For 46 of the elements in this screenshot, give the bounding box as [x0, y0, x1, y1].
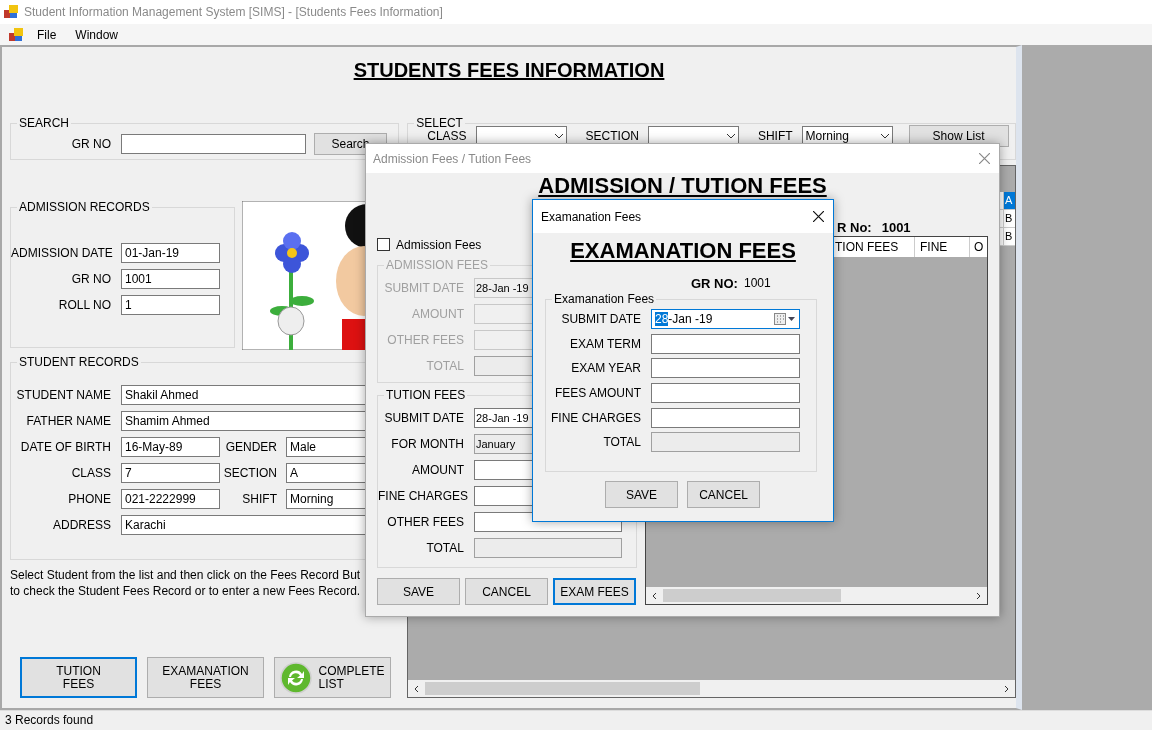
field-label: EXAM TERM: [568, 336, 641, 351]
field-label: EXAM YEAR: [570, 361, 641, 376]
field-label: DATE OF BIRTH: [19, 440, 111, 454]
dialog-heading: ADMISSION / TUTION FEES: [538, 174, 827, 198]
field-label: FATHER NAME: [25, 414, 111, 428]
field-label: GR NO: [70, 137, 111, 151]
field-label: FINE CHARGES: [550, 410, 641, 425]
gr-label: GR NO:: [691, 275, 738, 291]
field-label: GR NO: [70, 272, 111, 286]
field-label: GENDER: [224, 440, 277, 454]
field-label: SECTION: [222, 466, 277, 480]
gr-value: 1001: [881, 219, 911, 235]
field-label: FEES AMOUNT: [554, 386, 641, 401]
checkbox-label: Admission Fees: [396, 237, 482, 252]
field-label: SUBMIT DATE: [383, 281, 464, 295]
field-label: STUDENT NAME: [15, 388, 111, 402]
group-label: SEARCH: [18, 117, 70, 130]
group-label: ADMISSION RECORDS: [18, 201, 151, 214]
window-title: Student Information Management System [SIMS] - [Students Fees Information]: [24, 5, 443, 19]
field-label: SHIFT: [757, 129, 793, 143]
group-label: STUDENT RECORDS: [18, 356, 140, 369]
field-label: CLASS: [427, 129, 467, 143]
instruction-text: Select Student from the list and then click on the Fees Record But to check the Student Fees Record or to enter a new Fees Record.: [10, 567, 362, 599]
field-label: ADMISSION DATE: [11, 246, 111, 260]
status-text: 3 Records found: [0, 710, 1152, 730]
group-label: ADMISSION FEES: [385, 259, 490, 272]
field-label: OTHER FEES: [386, 333, 464, 347]
dialog-title: Examanation Fees: [541, 209, 642, 224]
group-label: SELECT: [415, 117, 464, 130]
field-label: TOTAL: [425, 541, 464, 555]
field-label: SUBMIT DATE: [560, 312, 641, 327]
gr-value: 1001: [743, 276, 771, 290]
field-label: AMOUNT: [411, 307, 464, 321]
field-label: PHONE: [67, 492, 111, 506]
field-label: CLASS: [70, 466, 111, 480]
field-label: ADDRESS: [52, 518, 111, 532]
field-label: TOTAL: [425, 359, 464, 373]
field-label: AMOUNT: [411, 463, 464, 477]
group-label: Examanation Fees: [553, 293, 656, 306]
form-heading: STUDENTS FEES INFORMATION: [352, 58, 666, 83]
field-label: TOTAL: [602, 435, 641, 450]
dialog-heading: EXAMANATION FEES: [570, 239, 796, 263]
field-label: SECTION: [585, 129, 639, 143]
gr-label: R No:: [837, 219, 872, 235]
field-label: SHIFT: [241, 492, 277, 506]
field-label: ROLL NO: [57, 298, 111, 312]
